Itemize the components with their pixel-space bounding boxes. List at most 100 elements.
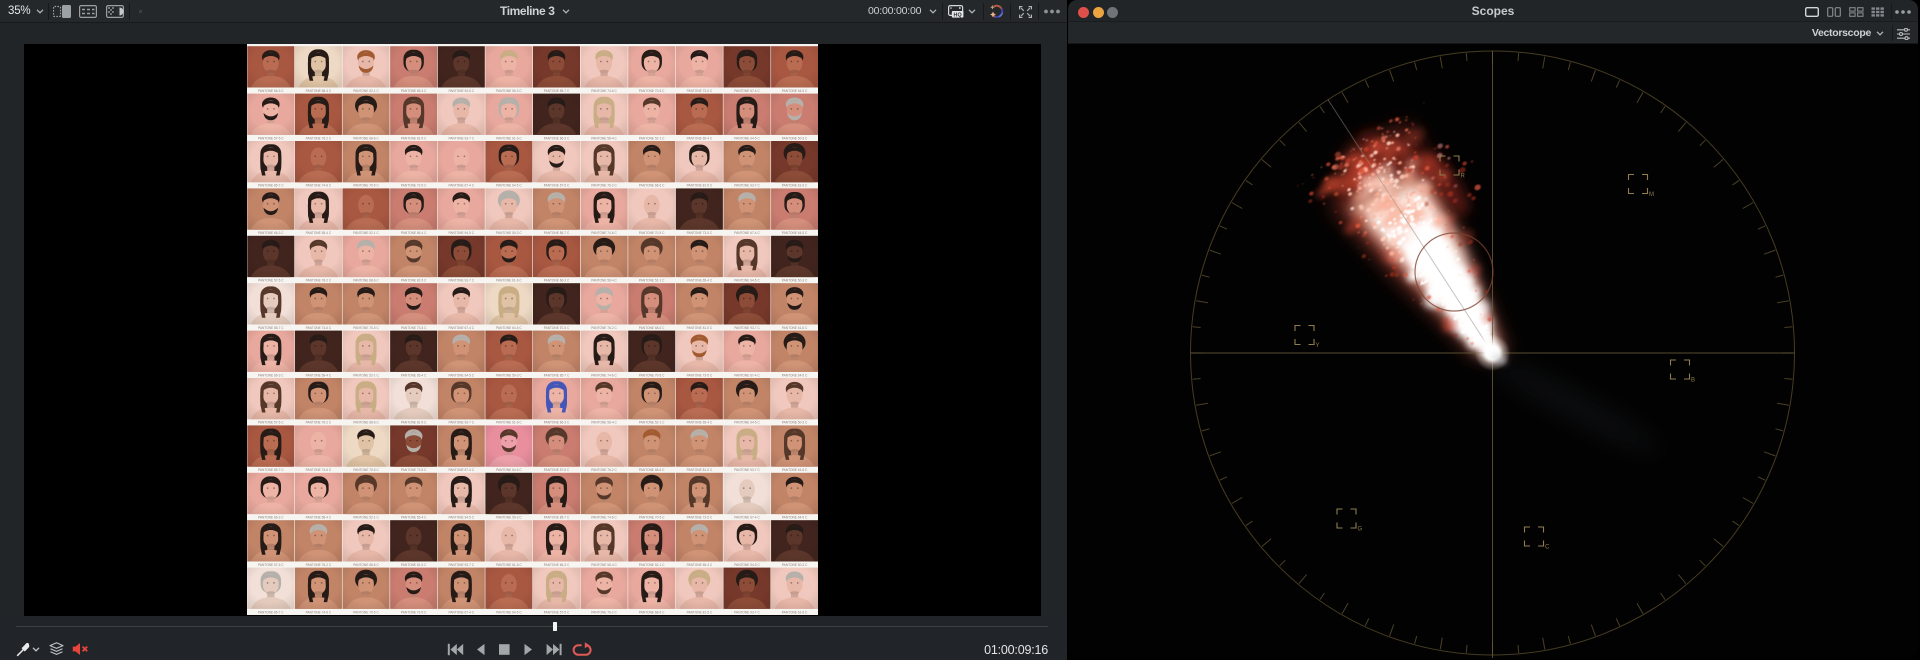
svg-text:PANTONE 52-1 C: PANTONE 52-1 C — [639, 279, 665, 283]
svg-text:PANTONE 74-6 C: PANTONE 74-6 C — [306, 468, 332, 472]
svg-text:PANTONE 57-5 C: PANTONE 57-5 C — [258, 279, 284, 283]
svg-text:PANTONE 58-4 C: PANTONE 58-4 C — [306, 89, 332, 93]
svg-text:PANTONE 58-4 C: PANTONE 58-4 C — [306, 231, 332, 235]
svg-text:PANTONE 64-5 C: PANTONE 64-5 C — [782, 515, 808, 519]
svg-text:PANTONE 70-5 C: PANTONE 70-5 C — [639, 515, 665, 519]
svg-text:PANTONE 93-7 C: PANTONE 93-7 C — [734, 610, 760, 614]
svg-text:PANTONE 52-1 C: PANTONE 52-1 C — [639, 421, 665, 425]
svg-text:PANTONE 65-4 C: PANTONE 65-4 C — [401, 231, 427, 235]
svg-text:PANTONE 66-3 C: PANTONE 66-3 C — [258, 89, 284, 93]
svg-text:R: R — [1461, 174, 1466, 180]
svg-text:PANTONE 74-6 C: PANTONE 74-6 C — [306, 610, 332, 614]
svg-text:PANTONE 52-1 C: PANTONE 52-1 C — [639, 136, 665, 140]
svg-text:PANTONE 76-2 C: PANTONE 76-2 C — [591, 326, 617, 330]
svg-text:PANTONE 85-7 C: PANTONE 85-7 C — [544, 89, 570, 93]
svg-text:PANTONE 93-7 C: PANTONE 93-7 C — [449, 563, 475, 567]
svg-text:PANTONE 50-3 C: PANTONE 50-3 C — [782, 421, 808, 425]
svg-text:PANTONE 85-7 C: PANTONE 85-7 C — [544, 231, 570, 235]
svg-text:PANTONE 93-7 C: PANTONE 93-7 C — [734, 326, 760, 330]
svg-text:PANTONE 73-5 C: PANTONE 73-5 C — [401, 468, 427, 472]
svg-text:PANTONE 57-5 C: PANTONE 57-5 C — [544, 184, 570, 188]
svg-text:PANTONE 50-3 C: PANTONE 50-3 C — [496, 231, 522, 235]
svg-text:PANTONE 58-4 C: PANTONE 58-4 C — [306, 373, 332, 377]
svg-text:PANTONE 65-4 C: PANTONE 65-4 C — [687, 563, 713, 567]
svg-text:PANTONE 67-4 C: PANTONE 67-4 C — [734, 373, 760, 377]
svg-text:PANTONE 73-5 C: PANTONE 73-5 C — [401, 184, 427, 188]
svg-text:PANTONE 68-6 C: PANTONE 68-6 C — [639, 468, 665, 472]
svg-text:PANTONE 74-6 C: PANTONE 74-6 C — [306, 184, 332, 188]
svg-text:PANTONE 93-7 C: PANTONE 93-7 C — [449, 421, 475, 425]
svg-text:PANTONE 65-4 C: PANTONE 65-4 C — [687, 421, 713, 425]
svg-text:PANTONE 81-5 C: PANTONE 81-5 C — [401, 421, 427, 425]
svg-text:PANTONE 57-5 C: PANTONE 57-5 C — [544, 468, 570, 472]
svg-text:PANTONE 61-6 C: PANTONE 61-6 C — [496, 563, 522, 567]
svg-text:PANTONE 64-5 C: PANTONE 64-5 C — [782, 373, 808, 377]
svg-text:PANTONE 94-5 C: PANTONE 94-5 C — [734, 279, 760, 283]
svg-text:PANTONE 66-3 C: PANTONE 66-3 C — [258, 231, 284, 235]
svg-text:PANTONE 57-5 C: PANTONE 57-5 C — [258, 421, 284, 425]
svg-text:PANTONE 65-4 C: PANTONE 65-4 C — [401, 89, 427, 93]
svg-text:PANTONE 52-1 C: PANTONE 52-1 C — [353, 515, 379, 519]
svg-text:PANTONE 68-6 C: PANTONE 68-6 C — [639, 610, 665, 614]
svg-text:PANTONE 93-7 C: PANTONE 93-7 C — [734, 468, 760, 472]
svg-text:PANTONE 74-6 C: PANTONE 74-6 C — [591, 373, 617, 377]
svg-text:PANTONE 85-7 C: PANTONE 85-7 C — [258, 610, 284, 614]
svg-text:PANTONE 70-5 C: PANTONE 70-5 C — [353, 326, 379, 330]
svg-text:PANTONE 57-5 C: PANTONE 57-5 C — [258, 136, 284, 140]
svg-text:PANTONE 76-2 C: PANTONE 76-2 C — [591, 610, 617, 614]
svg-text:PANTONE 66-3 C: PANTONE 66-3 C — [544, 563, 570, 567]
svg-text:PANTONE 64-5 C: PANTONE 64-5 C — [496, 610, 522, 614]
svg-text:PANTONE 67-4 C: PANTONE 67-4 C — [449, 184, 475, 188]
svg-text:PANTONE 93-7 C: PANTONE 93-7 C — [734, 184, 760, 188]
svg-text:PANTONE 85-7 C: PANTONE 85-7 C — [258, 468, 284, 472]
svg-text:PANTONE 68-6 C: PANTONE 68-6 C — [353, 563, 379, 567]
svg-text:PANTONE 73-5 C: PANTONE 73-5 C — [401, 610, 427, 614]
svg-text:PANTONE 58-4 C: PANTONE 58-4 C — [306, 515, 332, 519]
svg-text:PANTONE 94-5 C: PANTONE 94-5 C — [449, 231, 475, 235]
svg-text:PANTONE 66-3 C: PANTONE 66-3 C — [544, 421, 570, 425]
svg-text:PANTONE 64-5 C: PANTONE 64-5 C — [782, 231, 808, 235]
svg-text:PANTONE 74-6 C: PANTONE 74-6 C — [591, 515, 617, 519]
svg-text:G: G — [1358, 527, 1363, 533]
svg-text:PANTONE 76-2 C: PANTONE 76-2 C — [306, 279, 332, 283]
svg-text:PANTONE 57-5 C: PANTONE 57-5 C — [544, 326, 570, 330]
svg-text:PANTONE 70-5 C: PANTONE 70-5 C — [353, 610, 379, 614]
svg-text:PANTONE 61-6 C: PANTONE 61-6 C — [782, 326, 808, 330]
svg-text:PANTONE 65-4 C: PANTONE 65-4 C — [401, 373, 427, 377]
svg-text:PANTONE 52-1 C: PANTONE 52-1 C — [353, 373, 379, 377]
svg-text:PANTONE 68-6 C: PANTONE 68-6 C — [639, 326, 665, 330]
svg-text:PANTONE 64-5 C: PANTONE 64-5 C — [782, 89, 808, 93]
svg-text:PANTONE 61-6 C: PANTONE 61-6 C — [782, 184, 808, 188]
svg-text:PANTONE 74-6 C: PANTONE 74-6 C — [306, 326, 332, 330]
svg-text:PANTONE 61-6 C: PANTONE 61-6 C — [496, 421, 522, 425]
svg-text:PANTONE 94-5 C: PANTONE 94-5 C — [734, 563, 760, 567]
svg-text:PANTONE 65-4 C: PANTONE 65-4 C — [687, 136, 713, 140]
svg-text:PANTONE 73-5 C: PANTONE 73-5 C — [687, 515, 713, 519]
svg-text:PANTONE 52-1 C: PANTONE 52-1 C — [353, 231, 379, 235]
svg-text:PANTONE 73-5 C: PANTONE 73-5 C — [687, 231, 713, 235]
svg-text:PANTONE 70-5 C: PANTONE 70-5 C — [353, 184, 379, 188]
svg-text:PANTONE 70-5 C: PANTONE 70-5 C — [639, 89, 665, 93]
svg-text:PANTONE 94-5 C: PANTONE 94-5 C — [449, 373, 475, 377]
svg-text:PANTONE 68-6 C: PANTONE 68-6 C — [353, 279, 379, 283]
svg-text:PANTONE 94-5 C: PANTONE 94-5 C — [449, 515, 475, 519]
svg-text:PANTONE 74-6 C: PANTONE 74-6 C — [591, 231, 617, 235]
svg-text:PANTONE 67-4 C: PANTONE 67-4 C — [449, 610, 475, 614]
svg-text:PANTONE 61-6 C: PANTONE 61-6 C — [496, 279, 522, 283]
svg-text:PANTONE 76-2 C: PANTONE 76-2 C — [306, 136, 332, 140]
svg-text:PANTONE 52-1 C: PANTONE 52-1 C — [639, 563, 665, 567]
svg-text:PANTONE 64-5 C: PANTONE 64-5 C — [496, 184, 522, 188]
svg-text:PANTONE 66-3 C: PANTONE 66-3 C — [544, 279, 570, 283]
svg-text:PANTONE 61-6 C: PANTONE 61-6 C — [782, 610, 808, 614]
svg-text:PANTONE 68-6 C: PANTONE 68-6 C — [353, 136, 379, 140]
svg-text:PANTONE 81-5 C: PANTONE 81-5 C — [401, 563, 427, 567]
svg-text:PANTONE 58-4 C: PANTONE 58-4 C — [591, 421, 617, 425]
svg-text:PANTONE 93-7 C: PANTONE 93-7 C — [449, 279, 475, 283]
svg-text:PANTONE 64-5 C: PANTONE 64-5 C — [496, 326, 522, 330]
svg-text:PANTONE 81-5 C: PANTONE 81-5 C — [401, 279, 427, 283]
svg-text:PANTONE 50-3 C: PANTONE 50-3 C — [782, 563, 808, 567]
svg-text:PANTONE 66-3 C: PANTONE 66-3 C — [544, 136, 570, 140]
svg-text:PANTONE 65-4 C: PANTONE 65-4 C — [687, 279, 713, 283]
svg-text:PANTONE 76-2 C: PANTONE 76-2 C — [306, 421, 332, 425]
svg-text:PANTONE 73-5 C: PANTONE 73-5 C — [401, 326, 427, 330]
